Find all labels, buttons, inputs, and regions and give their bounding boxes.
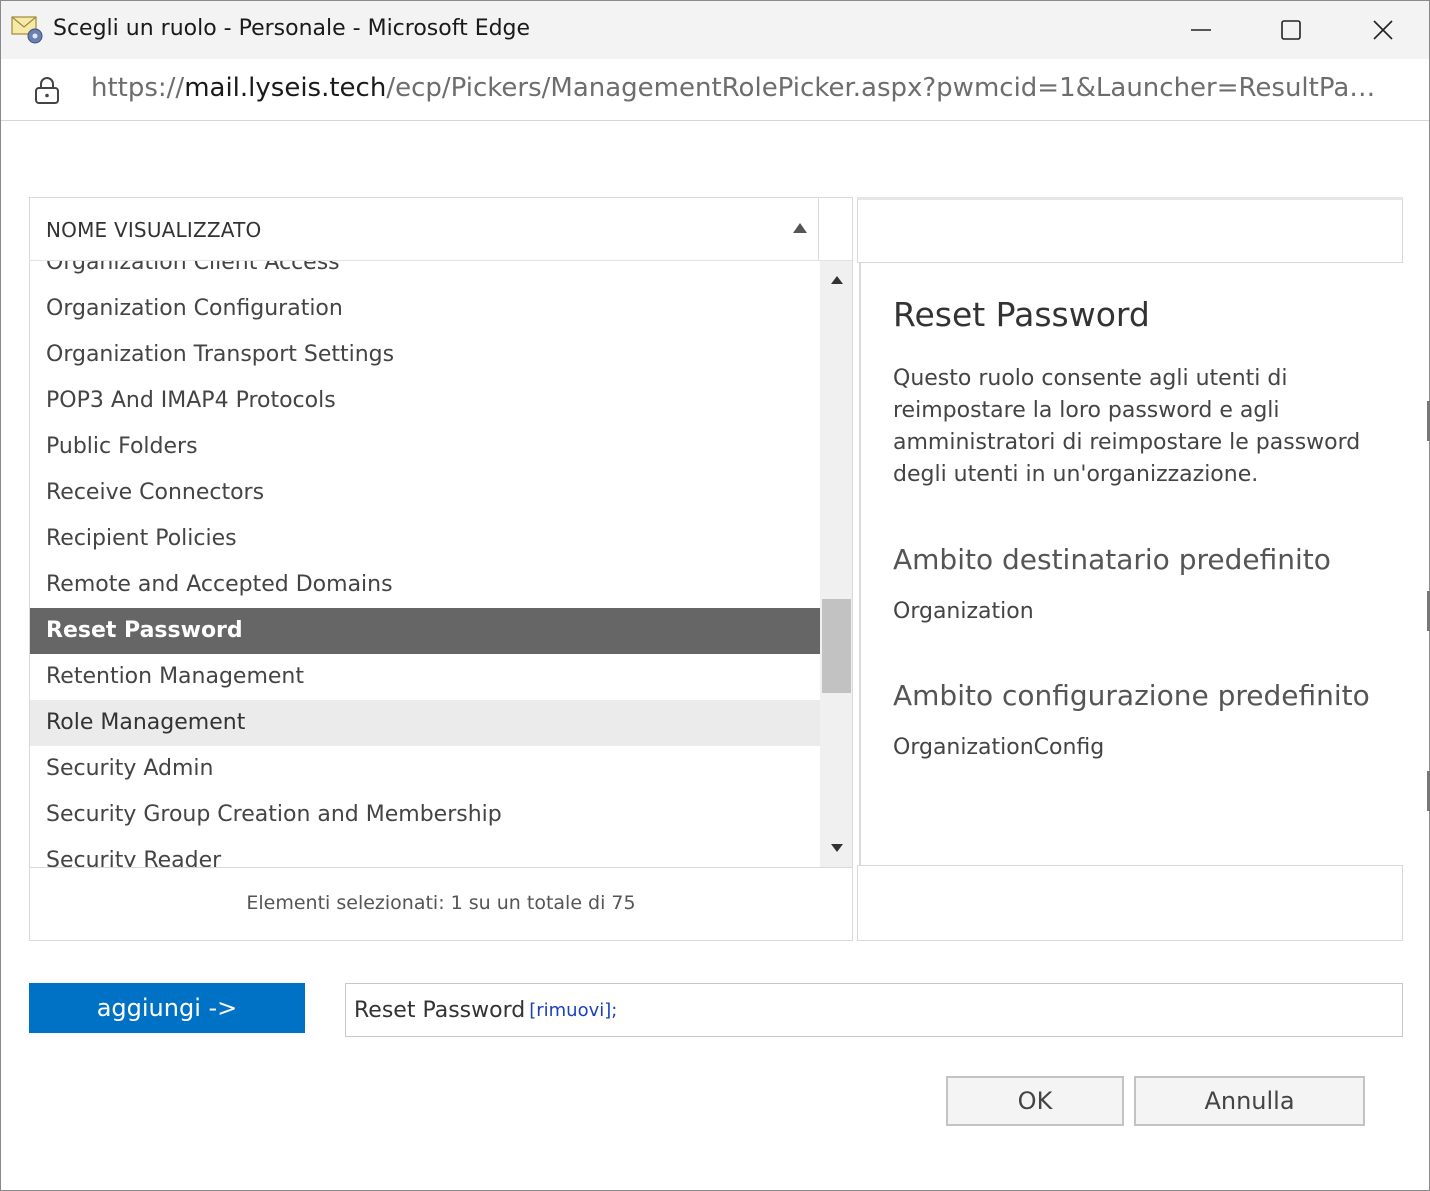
detail-footer [857, 865, 1403, 941]
add-button[interactable]: aggiungi -> [29, 983, 305, 1033]
maximize-icon [1281, 20, 1301, 40]
role-list: Organization Client Access Organization C… [29, 261, 853, 867]
url-scheme: https:// [91, 73, 185, 103]
role-list-item[interactable]: Reset Password [30, 608, 820, 654]
list-column-header[interactable]: NOME VISUALIZZATO [29, 197, 853, 261]
role-list-items: Organization Client Access Organization C… [30, 261, 820, 867]
selected-role-name: Reset Password [354, 997, 526, 1023]
config-scope-heading: Ambito configurazione predefinito [893, 679, 1370, 712]
role-list-item[interactable]: Remote and Accepted Domains [30, 562, 820, 608]
role-list-item[interactable]: Security Reader [30, 838, 820, 867]
config-scope-value: OrganizationConfig [893, 735, 1105, 760]
selection-separator: ; [611, 999, 618, 1021]
scroll-up-button[interactable] [820, 269, 852, 291]
close-button[interactable] [1337, 1, 1429, 59]
selected-roles-box[interactable]: Reset Password [rimuovi] ; [345, 983, 1403, 1037]
scroll-down-button[interactable] [820, 837, 852, 859]
column-separator [818, 198, 819, 260]
role-list-item[interactable]: Public Folders [30, 424, 820, 470]
address-bar: https://mail.lyseis.tech/ecp/Pickers/Man… [1, 59, 1429, 121]
ok-button[interactable]: OK [946, 1076, 1124, 1126]
role-list-item[interactable]: Organization Configuration [30, 286, 820, 332]
envelope-app-icon [11, 16, 43, 44]
remove-role-link[interactable]: [rimuovi] [529, 1000, 611, 1021]
detail-panel: Reset Password Questo ruolo consente agl… [859, 263, 1403, 867]
sort-ascending-icon[interactable] [792, 222, 808, 234]
role-list-item[interactable]: Security Group Creation and Membership [30, 792, 820, 838]
close-icon [1373, 20, 1393, 40]
recipient-scope-value: Organization [893, 599, 1034, 624]
role-list-item[interactable]: Recipient Policies [30, 516, 820, 562]
dialog-window: Scegli un ruolo - Personale - Microsoft … [0, 0, 1430, 1191]
role-list-item[interactable]: Receive Connectors [30, 470, 820, 516]
role-list-item[interactable]: POP3 And IMAP4 Protocols [30, 378, 820, 424]
minimize-button[interactable] [1155, 1, 1247, 59]
url-text[interactable]: https://mail.lyseis.tech/ecp/Pickers/Man… [91, 73, 1391, 103]
maximize-button[interactable] [1245, 1, 1337, 59]
recipient-scope-heading: Ambito destinatario predefinito [893, 543, 1331, 576]
display-name-column-label: NOME VISUALIZZATO [46, 218, 262, 242]
url-host: mail.lyseis.tech [184, 73, 387, 103]
list-footer: Elementi selezionati: 1 su un totale di … [29, 867, 853, 941]
selection-count: Elementi selezionati: 1 su un totale di … [246, 892, 636, 914]
role-list-item[interactable]: Organization Client Access [30, 261, 820, 286]
list-scrollbar[interactable] [820, 261, 852, 867]
cancel-button[interactable]: Annulla [1134, 1076, 1365, 1126]
scroll-up-arrow-icon [830, 276, 843, 284]
detail-header [857, 197, 1403, 263]
url-path: /ecp/Pickers/ManagementRolePicker.aspx?p… [386, 73, 1391, 103]
detail-title: Reset Password [893, 295, 1150, 334]
role-list-item[interactable]: Organization Transport Settings [30, 332, 820, 378]
title-bar: Scegli un ruolo - Personale - Microsoft … [1, 1, 1429, 59]
detail-description: Questo ruolo consente agli utenti di rei… [893, 366, 1361, 487]
role-list-item[interactable]: Role Management [30, 700, 820, 746]
lock-icon[interactable] [33, 75, 61, 105]
minimize-icon [1191, 29, 1211, 31]
role-list-item[interactable]: Security Admin [30, 746, 820, 792]
window-title: Scegli un ruolo - Personale - Microsoft … [53, 16, 531, 41]
role-list-item[interactable]: Retention Management [30, 654, 820, 700]
scroll-down-arrow-icon [830, 844, 843, 852]
scrollbar-thumb[interactable] [822, 599, 851, 693]
